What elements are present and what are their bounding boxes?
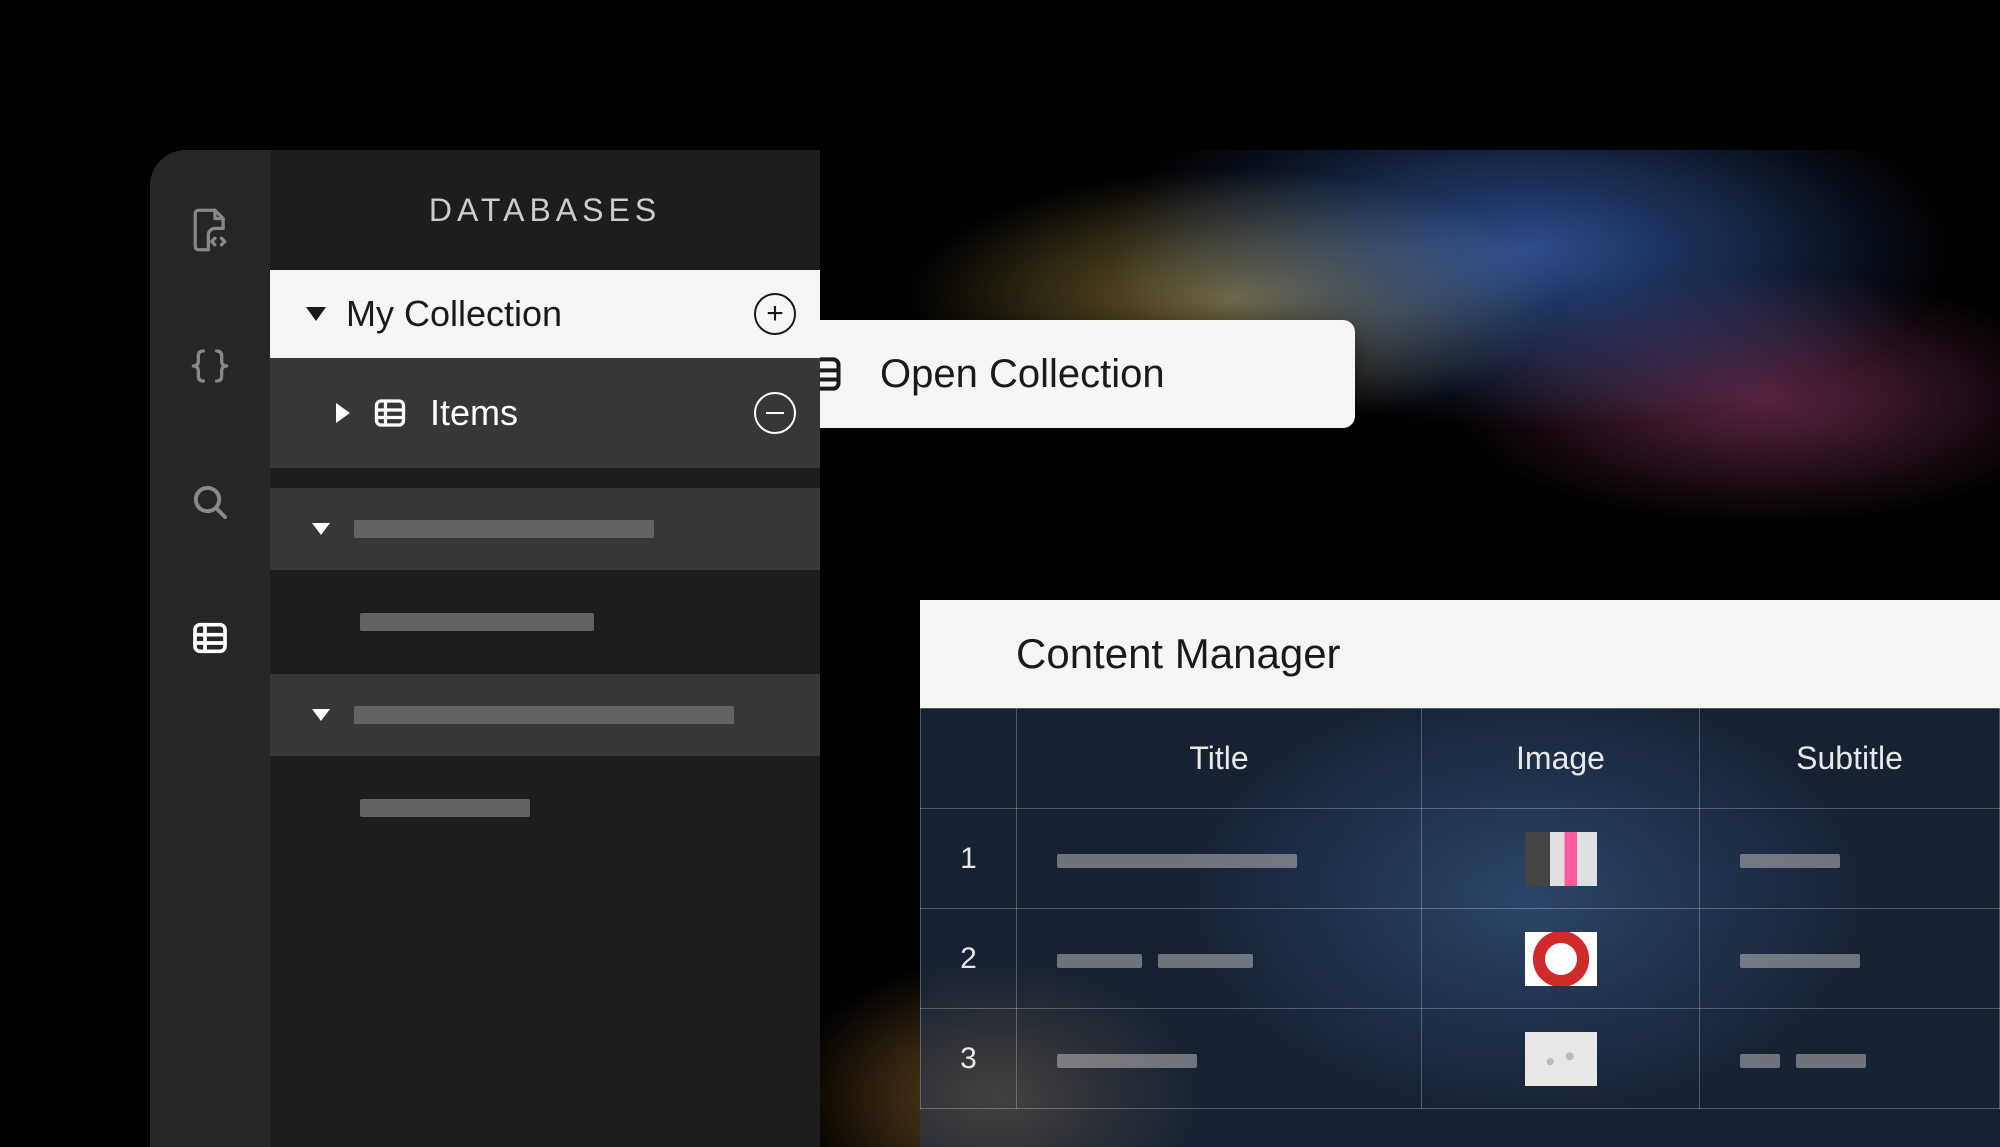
table-row[interactable]: 1 [921, 809, 2000, 909]
cell-title[interactable] [1017, 909, 1422, 1009]
file-code-icon[interactable] [186, 206, 234, 254]
app-window: DATABASES My Collection + Items [150, 150, 2000, 1147]
row-number: 1 [921, 809, 1017, 909]
cell-subtitle[interactable] [1700, 1009, 2000, 1109]
sidebar-item-items[interactable]: Items [270, 358, 820, 468]
add-icon[interactable]: + [754, 293, 796, 335]
panel-title: Content Manager [1016, 630, 1341, 678]
remove-icon[interactable] [754, 392, 796, 434]
sidebar-placeholder-item[interactable] [270, 674, 820, 756]
table-icon[interactable] [186, 614, 234, 662]
cell-image[interactable] [1422, 1009, 1700, 1109]
column-header-subtitle[interactable]: Subtitle [1700, 709, 2000, 809]
sidebar-placeholder-subitem[interactable] [270, 756, 820, 860]
sidebar-placeholder-group [270, 488, 820, 860]
placeholder-bar [354, 520, 654, 538]
chevron-down-icon [312, 523, 330, 535]
cell-image[interactable] [1422, 909, 1700, 1009]
search-icon[interactable] [186, 478, 234, 526]
braces-icon[interactable] [186, 342, 234, 390]
table-row[interactable]: 3 [921, 1009, 2000, 1109]
sidebar-placeholder-subitem[interactable] [270, 570, 820, 674]
cell-subtitle[interactable] [1700, 909, 2000, 1009]
cell-title[interactable] [1017, 809, 1422, 909]
iconbar [150, 150, 270, 1147]
table-icon [372, 395, 408, 431]
chevron-down-icon [306, 307, 326, 321]
thumbnail [1525, 932, 1597, 986]
row-number: 3 [921, 1009, 1017, 1109]
thumbnail [1525, 1032, 1597, 1086]
cell-title[interactable] [1017, 1009, 1422, 1109]
placeholder-bar [354, 706, 734, 724]
context-menu-open-collection[interactable]: Open Collection [820, 320, 1355, 428]
placeholder-bar [360, 613, 594, 631]
table-header-row: Title Image Subtitle [921, 709, 2000, 809]
table-icon [820, 352, 844, 396]
content-table: Title Image Subtitle 1 2 [920, 708, 2000, 1147]
table-row[interactable]: 2 [921, 909, 2000, 1009]
sidebar-placeholder-item[interactable] [270, 488, 820, 570]
column-header-title[interactable]: Title [1017, 709, 1422, 809]
context-menu-label: Open Collection [880, 352, 1165, 397]
cell-subtitle[interactable] [1700, 809, 2000, 909]
panel-header: Content Manager [920, 600, 2000, 708]
chevron-right-icon [336, 403, 350, 423]
items-label: Items [430, 392, 732, 434]
sidebar: DATABASES My Collection + Items [270, 150, 820, 1147]
cell-image[interactable] [1422, 809, 1700, 909]
sidebar-heading: DATABASES [270, 150, 820, 270]
placeholder-bar [360, 799, 530, 817]
canvas: Open Collection Content Manager Title Im… [820, 150, 2000, 1147]
content-manager-panel: Content Manager Title Image Subtitle [920, 600, 2000, 1147]
column-header-image[interactable]: Image [1422, 709, 1700, 809]
row-number: 2 [921, 909, 1017, 1009]
collection-header[interactable]: My Collection + [270, 270, 820, 358]
chevron-down-icon [312, 709, 330, 721]
collection-name: My Collection [346, 293, 734, 335]
column-header-number[interactable] [921, 709, 1017, 809]
thumbnail [1525, 832, 1597, 886]
